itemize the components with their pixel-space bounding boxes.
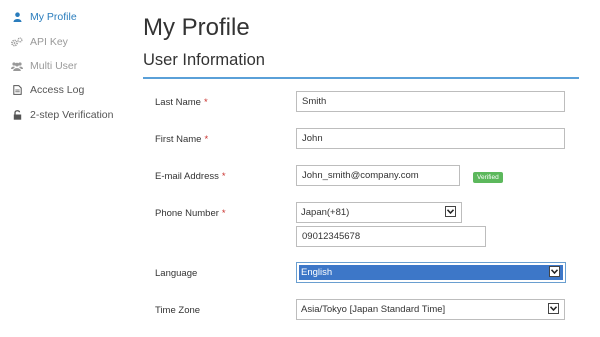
country-code-value: Japan(+81) [301, 207, 350, 218]
sidebar-item-label: 2-step Verification [30, 109, 114, 121]
email-label-text: E-mail Address [155, 171, 219, 182]
first-name-label-text: First Name [155, 134, 202, 145]
users-icon [10, 61, 24, 71]
required-marker: * [221, 171, 226, 182]
document-icon [10, 85, 24, 95]
last-name-label: Last Name * [155, 97, 208, 108]
phone-label: Phone Number * [155, 208, 226, 219]
email-field[interactable]: John_smith@company.com [296, 165, 460, 186]
section-title: User Information [143, 51, 265, 69]
last-name-label-text: Last Name [155, 97, 201, 108]
sidebar-item-api-key[interactable]: API Key [0, 32, 68, 52]
chevron-down-icon [549, 266, 560, 277]
chevron-down-icon [548, 303, 559, 314]
sidebar-item-label: Multi User [30, 60, 78, 72]
verified-badge: Verified [473, 172, 503, 183]
language-label: Language [155, 268, 198, 279]
sidebar-item-access-log[interactable]: Access Log [0, 80, 84, 100]
page-title: My Profile [143, 14, 250, 41]
sidebar-item-multi-user[interactable]: Multi User [0, 56, 77, 76]
required-marker: * [221, 208, 226, 219]
timezone-label: Time Zone [155, 305, 201, 316]
unlock-icon [10, 110, 24, 120]
gears-icon [10, 37, 24, 47]
language-value: English [299, 265, 563, 280]
first-name-label: First Name * [155, 134, 208, 145]
country-code-select[interactable]: Japan(+81) [296, 202, 462, 223]
first-name-field[interactable]: John [296, 128, 565, 149]
sidebar-item-label: API Key [30, 36, 68, 48]
sidebar: My Profile API Key Multi User Access Log… [0, 0, 125, 337]
sidebar-item-my-profile[interactable]: My Profile [0, 7, 77, 27]
user-icon [10, 12, 24, 22]
sidebar-item-label: Access Log [30, 84, 85, 96]
language-select[interactable]: English [296, 262, 566, 283]
chevron-down-icon [445, 206, 456, 217]
timezone-select[interactable]: Asia/Tokyo [Japan Standard Time] [296, 299, 565, 320]
sidebar-item-label: My Profile [30, 11, 77, 23]
required-marker: * [203, 97, 208, 108]
phone-number-field[interactable]: 09012345678 [296, 226, 486, 247]
section-divider [143, 77, 579, 79]
sidebar-item-2-step-verification[interactable]: 2-step Verification [0, 105, 113, 125]
last-name-field[interactable]: Smith [296, 91, 565, 112]
timezone-value: Asia/Tokyo [Japan Standard Time] [301, 304, 446, 315]
required-marker: * [204, 134, 209, 145]
phone-label-text: Phone Number [155, 208, 219, 219]
email-label: E-mail Address * [155, 171, 226, 182]
